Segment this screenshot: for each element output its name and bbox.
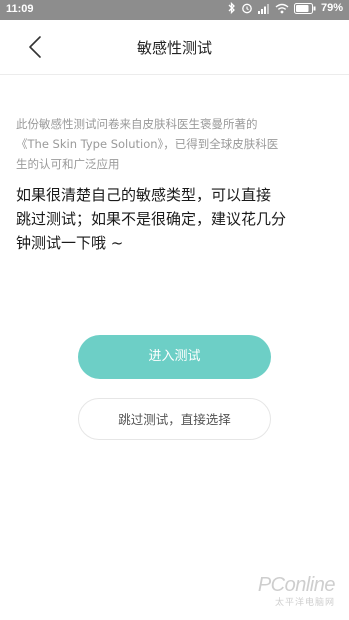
status-icons: 79% <box>228 2 343 14</box>
test-description: 此份敏感性测试问卷来自皮肤科医生褒曼所著的 《The Skin Type Sol… <box>16 114 334 174</box>
start-test-button[interactable]: 进入测试 <box>78 335 271 379</box>
description-line: 生的认可和广泛应用 <box>16 157 120 171</box>
battery-icon <box>293 2 316 14</box>
description-line: 《The Skin Type Solution》，已得到全球皮肤科医 <box>16 137 279 151</box>
signal-icon <box>257 3 270 14</box>
guidance-line: 钟测试一下哦 ~ <box>16 234 124 252</box>
guidance-line: 如果很清楚自己的敏感类型，可以直接 <box>16 186 272 204</box>
status-time: 11:09 <box>6 3 34 15</box>
status-bar: 11:09 79% <box>0 0 349 20</box>
battery-percent: 79% <box>320 2 343 14</box>
watermark-logo: PConline 太平洋电脑网 <box>257 574 336 608</box>
watermark-brand: PConline <box>257 574 336 596</box>
page-title: 敏感性测试 <box>136 39 212 57</box>
guidance-text: 如果很清楚自己的敏感类型，可以直接 跳过测试；如果不是很确定，建议花几分 钟测试… <box>16 183 336 255</box>
alarm-icon <box>241 2 253 14</box>
skip-test-button[interactable]: 跳过测试，直接选择 <box>78 398 271 440</box>
guidance-line: 跳过测试；如果不是很确定，建议花几分 <box>16 210 287 228</box>
nav-header: 敏感性测试 <box>0 20 349 75</box>
bluetooth-icon <box>228 2 236 14</box>
wifi-icon <box>275 3 289 14</box>
description-line: 此份敏感性测试问卷来自皮肤科医生褒曼所著的 <box>16 117 258 131</box>
